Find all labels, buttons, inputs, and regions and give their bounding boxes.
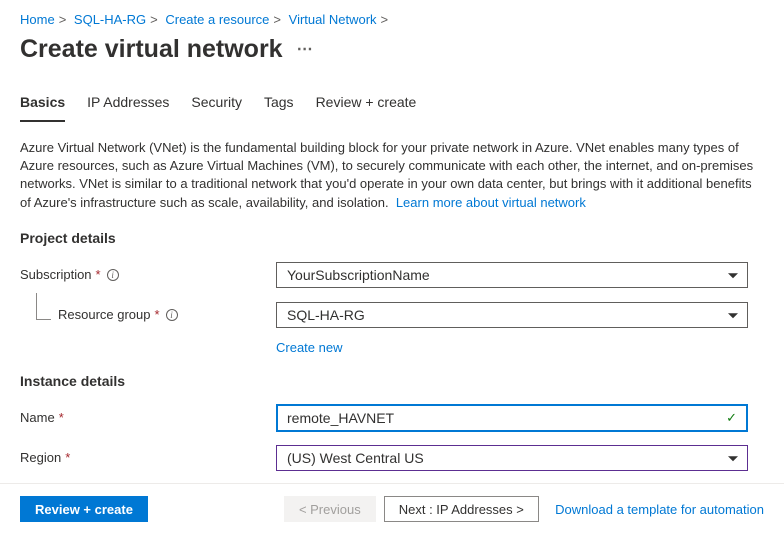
create-new-rg-link[interactable]: Create new (276, 340, 342, 355)
breadcrumb-link-home[interactable]: Home (20, 12, 55, 27)
region-label: Region* (20, 450, 276, 465)
footer-bar: Review + create < Previous Next : IP Add… (0, 483, 784, 534)
resource-group-label: Resource group* i (20, 307, 276, 322)
name-label: Name* (20, 410, 276, 425)
tab-security[interactable]: Security (191, 88, 242, 122)
download-template-link[interactable]: Download a template for automation (555, 502, 764, 517)
check-icon: ✓ (726, 410, 737, 426)
tab-review-create[interactable]: Review + create (316, 88, 417, 122)
page-title: Create virtual network (20, 35, 283, 64)
more-actions-icon[interactable]: ⋯ (297, 42, 313, 58)
review-create-button[interactable]: Review + create (20, 496, 148, 522)
breadcrumb-link-vnet[interactable]: Virtual Network (289, 12, 377, 27)
info-icon[interactable]: i (166, 309, 178, 321)
breadcrumb: Home> SQL-HA-RG> Create a resource> Virt… (20, 10, 764, 35)
previous-button: < Previous (284, 496, 376, 522)
breadcrumb-link-rg[interactable]: SQL-HA-RG (74, 12, 146, 27)
intro-description: Azure Virtual Network (VNet) is the fund… (20, 139, 764, 212)
info-icon[interactable]: i (107, 269, 119, 281)
breadcrumb-link-create-resource[interactable]: Create a resource (165, 12, 269, 27)
region-select[interactable]: (US) West Central US (276, 445, 748, 471)
learn-more-link[interactable]: Learn more about virtual network (396, 195, 586, 210)
tab-tags[interactable]: Tags (264, 88, 294, 122)
tab-bar: Basics IP Addresses Security Tags Review… (20, 88, 764, 123)
resource-group-select[interactable]: SQL-HA-RG (276, 302, 748, 328)
subscription-select[interactable]: YourSubscriptionName (276, 262, 748, 288)
tab-ip-addresses[interactable]: IP Addresses (87, 88, 169, 122)
name-input[interactable]: remote_HAVNET ✓ (276, 404, 748, 432)
subscription-label: Subscription* i (20, 267, 276, 282)
section-project-details: Project details (20, 230, 764, 246)
section-instance-details: Instance details (20, 373, 764, 389)
next-button[interactable]: Next : IP Addresses > (384, 496, 539, 522)
tab-basics[interactable]: Basics (20, 88, 65, 122)
